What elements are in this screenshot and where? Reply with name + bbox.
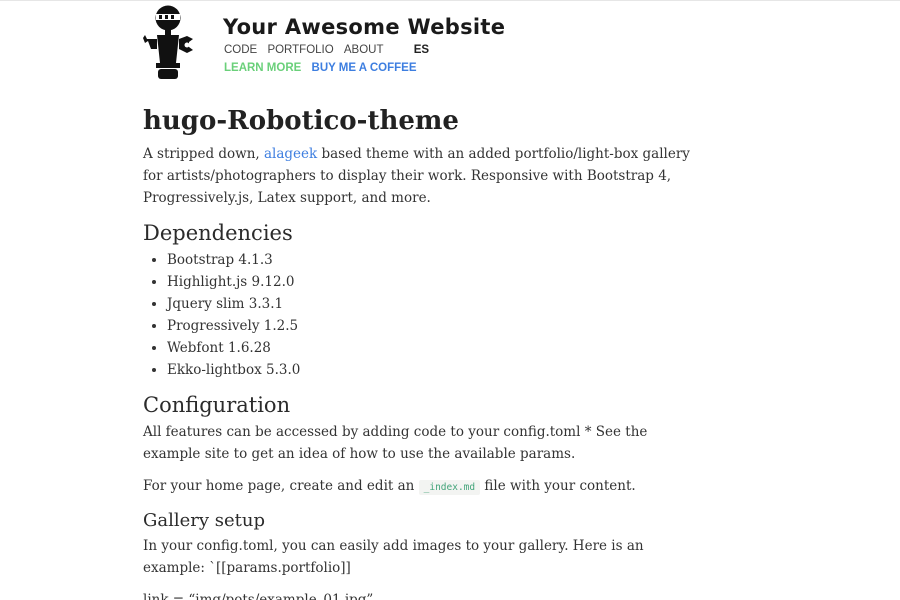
list-item: Ekko-lightbox 5.3.0 [167, 359, 703, 381]
list-item: Highlight.js 9.12.0 [167, 271, 703, 293]
language-switch[interactable]: ES [414, 44, 429, 56]
site-title[interactable]: Your Awesome Website [223, 11, 505, 43]
dependencies-heading: Dependencies [143, 221, 293, 245]
gallery-link-example: link = “img/pots/example_01.jpg” [143, 592, 374, 600]
robot-logo-icon[interactable] [143, 5, 193, 79]
gallery-heading: Gallery setup [143, 510, 266, 531]
nav-about[interactable]: ABOUT [344, 44, 384, 56]
buy-coffee-link[interactable]: BUY ME A COFFEE [312, 62, 417, 74]
main-content: hugo-Robotico-theme A stripped down, ala… [143, 101, 703, 600]
nav-code[interactable]: CODE [224, 44, 257, 56]
list-item: Webfont 1.6.28 [167, 337, 703, 359]
list-item: Bootstrap 4.1.3 [167, 249, 703, 271]
learn-more-link[interactable]: LEARN MORE [224, 62, 301, 74]
site-header: Your Awesome Website CODE PORTFOLIO ABOU… [143, 5, 783, 81]
index-md-code: _index.md [418, 480, 481, 495]
config-paragraph: All features can be accessed by adding c… [143, 424, 648, 462]
list-item: Progressively 1.2.5 [167, 315, 703, 337]
configuration-heading: Configuration [143, 393, 291, 417]
intro-paragraph: A stripped down, alageek based theme wit… [143, 143, 703, 209]
dependencies-list: Bootstrap 4.1.3 Highlight.js 9.12.0 Jque… [143, 249, 703, 381]
page-title: hugo-Robotico-theme [143, 106, 459, 136]
secondary-nav: LEARN MORE BUY ME A COFFEE [224, 62, 424, 74]
nav-portfolio[interactable]: PORTFOLIO [267, 44, 333, 56]
home-page-paragraph: For your home page, create and edit an _… [143, 475, 703, 499]
alageek-link[interactable]: alageek [264, 146, 317, 162]
home-text-start: For your home page, create and edit an [143, 478, 419, 494]
home-text-end: file with your content. [480, 478, 636, 494]
main-nav: CODE PORTFOLIO ABOUT ES [224, 44, 436, 56]
intro-text-start: A stripped down, [143, 146, 264, 162]
gallery-paragraph: In your config.toml, you can easily add … [143, 538, 644, 576]
list-item: Jquery slim 3.3.1 [167, 293, 703, 315]
page: Your Awesome Website CODE PORTFOLIO ABOU… [0, 0, 900, 600]
